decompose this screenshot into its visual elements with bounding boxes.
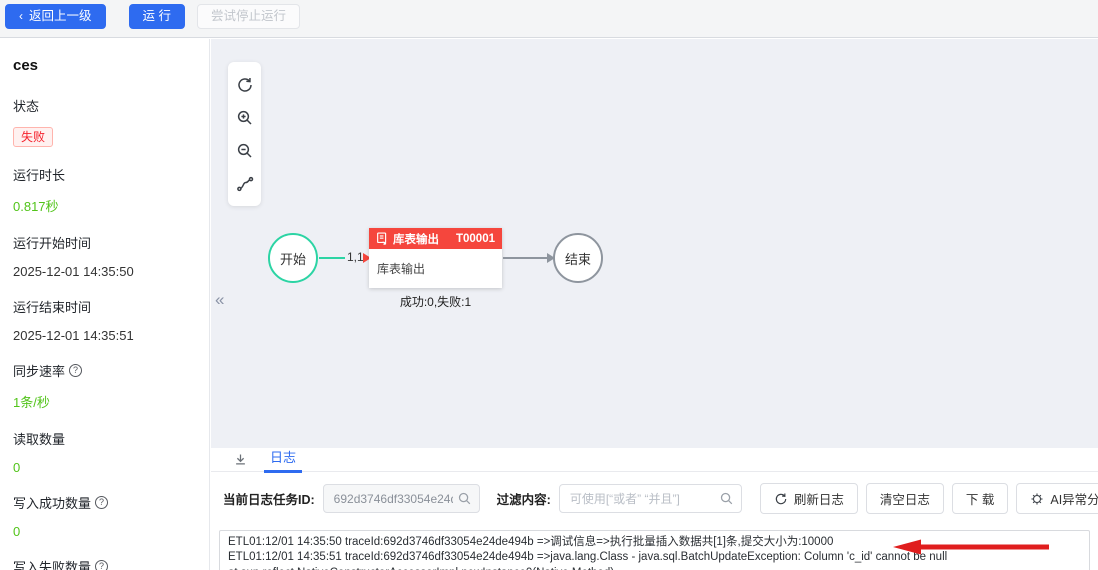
log-panel: 日志 当前日志任务ID: 过滤内容: 刷新日志 <box>211 448 1098 570</box>
flow-node-title: 库表输出 <box>393 231 439 247</box>
flow-node-status: 成功:0,失败:1 <box>369 293 502 310</box>
back-button[interactable]: ‹ 返回上一级 <box>5 4 106 29</box>
flow-canvas[interactable]: « <box>211 39 1098 448</box>
status-badge: 失败 <box>13 127 53 147</box>
flow-node-body: 库表输出 <box>369 249 502 288</box>
refresh-logs-button[interactable]: 刷新日志 <box>760 483 858 514</box>
zoom-in-icon[interactable] <box>228 101 261 134</box>
flow-node-code: T00001 <box>456 233 495 245</box>
write-fail-label: 写入失败数量 <box>13 557 91 570</box>
run-detail-sidebar: ces 状态 失败 运行时长 0.817秒 运行开始时间 2025-12-01 … <box>0 39 210 570</box>
download-log-icon[interactable] <box>233 452 248 467</box>
help-icon[interactable]: ? <box>95 496 108 509</box>
end-time-value: 2025-12-01 14:35:51 <box>13 328 195 343</box>
table-output-icon <box>376 232 388 245</box>
log-output-box[interactable]: ETL01:12/01 14:35:50 traceId:692d3746df3… <box>219 530 1090 570</box>
run-button[interactable]: 运 行 <box>129 4 185 29</box>
filter-input[interactable] <box>559 484 742 513</box>
edge-node-to-end <box>503 257 547 259</box>
log-tab-bar: 日志 <box>211 448 1098 472</box>
start-time-label: 运行开始时间 <box>13 233 195 252</box>
write-success-value: 0 <box>13 524 195 539</box>
log-filter-row: 当前日志任务ID: 过滤内容: 刷新日志 清空日志 下 <box>223 483 1098 514</box>
flow-node-table-output[interactable]: 库表输出 T00001 库表输出 <box>369 228 502 288</box>
task-name: ces <box>13 57 195 74</box>
ai-analysis-label: AI异常分析助手 <box>1050 489 1098 508</box>
flow-start-node[interactable]: 开始 <box>268 233 318 283</box>
refresh-logs-label: 刷新日志 <box>794 489 844 508</box>
duration-label: 运行时长 <box>13 165 195 184</box>
duration-value: 0.817秒 <box>13 196 195 215</box>
zoom-out-icon[interactable] <box>228 134 261 167</box>
auto-layout-icon[interactable] <box>228 167 261 200</box>
flow-node-header: 库表输出 T00001 <box>369 228 502 249</box>
filter-label: 过滤内容: <box>497 489 551 508</box>
sync-rate-value: 1条/秒 <box>13 392 195 411</box>
topbar: ‹ 返回上一级 运 行 尝试停止运行 <box>0 0 1098 38</box>
flow-end-node[interactable]: 结束 <box>553 233 603 283</box>
search-icon[interactable] <box>719 491 734 506</box>
edge-count-label: 1,1 <box>347 250 364 264</box>
end-time-label: 运行结束时间 <box>13 297 195 316</box>
status-label: 状态 <box>13 96 195 115</box>
read-count-label: 读取数量 <box>13 429 195 448</box>
refresh-icon <box>774 492 788 506</box>
sync-rate-label: 同步速率 <box>13 361 65 380</box>
ai-gear-icon <box>1030 492 1044 506</box>
collapse-sidebar-icon[interactable]: « <box>215 290 224 310</box>
write-success-label: 写入成功数量 <box>13 493 91 512</box>
tab-logs[interactable]: 日志 <box>270 448 296 472</box>
log-line: at sun.reflect.NativeConstructorAccessor… <box>228 566 1081 570</box>
help-icon[interactable]: ? <box>95 560 108 570</box>
stop-run-button: 尝试停止运行 <box>197 4 300 29</box>
canvas-toolbar <box>228 62 261 206</box>
download-logs-button[interactable]: 下 载 <box>952 483 1008 514</box>
help-icon[interactable]: ? <box>69 364 82 377</box>
log-line: ETL01:12/01 14:35:50 traceId:692d3746df3… <box>228 535 1081 551</box>
ai-analysis-button[interactable]: AI异常分析助手 <box>1016 483 1098 514</box>
log-lines: ETL01:12/01 14:35:50 traceId:692d3746df3… <box>220 530 1089 570</box>
search-icon[interactable] <box>457 491 472 506</box>
app-window: ‹ 返回上一级 运 行 尝试停止运行 ces 状态 失败 运行时长 0.817秒 … <box>0 0 1098 570</box>
task-id-label: 当前日志任务ID: <box>223 489 315 508</box>
edge-start-to-node <box>319 257 345 259</box>
back-button-label: 返回上一级 <box>29 9 92 23</box>
refresh-canvas-icon[interactable] <box>228 68 261 101</box>
log-line: ETL01:12/01 14:35:51 traceId:692d3746df3… <box>228 550 1081 566</box>
chevron-left-icon: ‹ <box>19 9 23 23</box>
read-count-value: 0 <box>13 460 195 475</box>
start-time-value: 2025-12-01 14:35:50 <box>13 264 195 279</box>
clear-logs-button[interactable]: 清空日志 <box>866 483 944 514</box>
